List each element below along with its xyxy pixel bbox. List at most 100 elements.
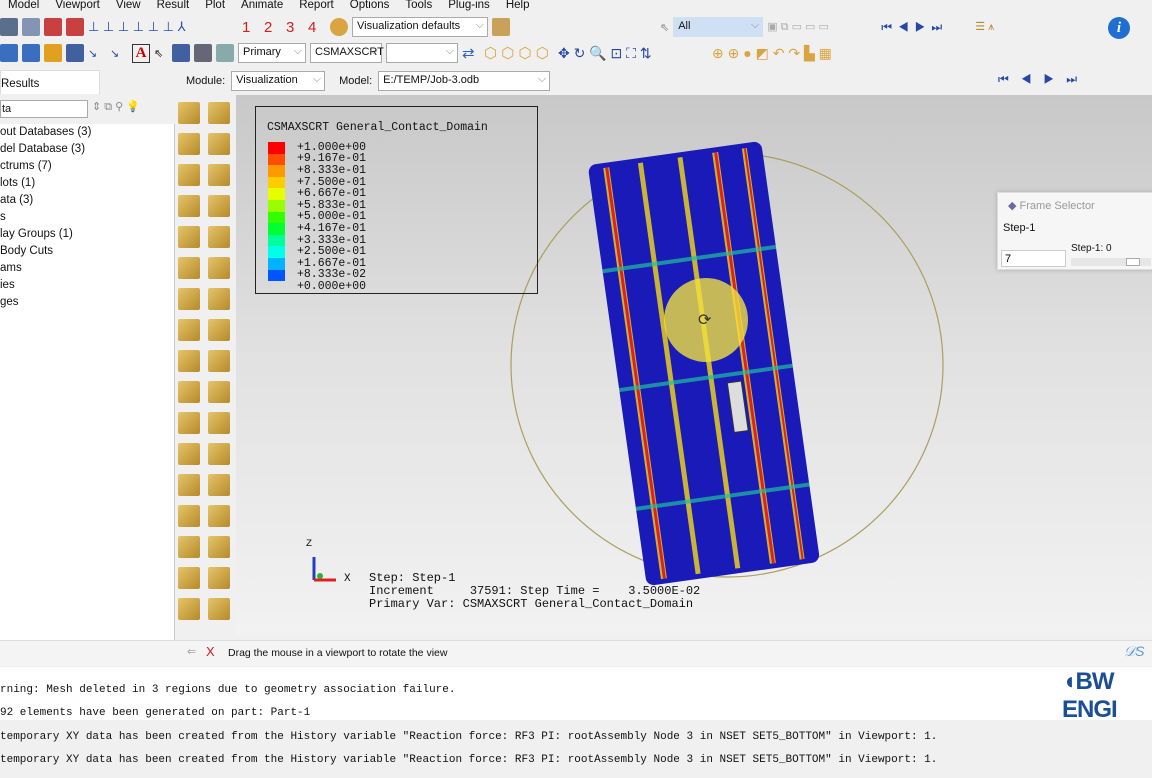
display-group-icons[interactable]: ⊕ ⊕ ● ◩ ↶ ↷ ▙ ▦ [712, 45, 892, 62]
toolbox-tool-icon[interactable] [178, 288, 200, 310]
arrow-icon[interactable]: ↘ [110, 47, 128, 60]
frame-nav-secondary-icons[interactable]: ⏮◀▶⏭ [998, 72, 1089, 87]
toolbox-tool-icon[interactable] [208, 381, 230, 403]
menu-tools[interactable]: Tools [397, 0, 440, 13]
toolbox-tool-icon[interactable] [178, 133, 200, 155]
toolbox-tool-icon[interactable] [178, 412, 200, 434]
tree-item[interactable]: Body Cuts [0, 243, 174, 260]
toolbox-tool-icon[interactable] [178, 443, 200, 465]
animation-icons[interactable]: ☰ ⩚ [975, 20, 1015, 34]
selection-filter-select[interactable]: All [673, 17, 764, 37]
menu-viewport[interactable]: Viewport [47, 0, 108, 13]
frame-nav-icons[interactable]: ⏮◀▶⏭ [881, 20, 971, 35]
toolbox-tool-icon[interactable] [208, 350, 230, 372]
palette-icon[interactable] [330, 18, 348, 36]
field-variable-select[interactable]: CSMAXSCRT [310, 43, 384, 63]
toolbox-tool-icon[interactable] [178, 350, 200, 372]
toolbox-tool-icon[interactable] [208, 257, 230, 279]
field-output-icon[interactable] [216, 44, 234, 62]
view-1-button[interactable]: 1 [242, 19, 260, 36]
viewport-link-icon[interactable] [44, 44, 62, 62]
toolbox-tool-icon[interactable] [178, 102, 200, 124]
tree-item[interactable]: lots (1) [0, 175, 174, 192]
toolbox-tool-icon[interactable] [178, 381, 200, 403]
toolbox-tool-icon[interactable] [178, 319, 200, 341]
text-arrow-icon[interactable]: ↘ [88, 47, 106, 60]
toolbox-tool-icon[interactable] [178, 164, 200, 186]
list-icon[interactable] [194, 44, 212, 62]
toolbox-tool-icon[interactable] [208, 195, 230, 217]
toolbox-tool-icon[interactable] [208, 536, 230, 558]
toolbox-tool-icon[interactable] [208, 443, 230, 465]
selection-tools-icons[interactable]: ▣ ⧉ ▭ ▭ ▭ [767, 20, 877, 34]
toolbox-tool-icon[interactable] [178, 226, 200, 248]
view-4-button[interactable]: 4 [308, 19, 326, 36]
tree-item[interactable]: ams [0, 260, 174, 277]
toolbox-tool-icon[interactable] [208, 412, 230, 434]
toolbox-tool-icon[interactable] [178, 598, 200, 620]
export-icon[interactable] [66, 18, 84, 36]
menu-plot[interactable]: Plot [197, 0, 233, 13]
render-style-select[interactable]: Visualization defaults [352, 17, 488, 37]
tree-item[interactable]: s [0, 209, 174, 226]
tree-item[interactable]: ges [0, 294, 174, 311]
back-arrow-icon[interactable]: ⇐ [187, 645, 196, 658]
pointer-icon[interactable]: ⇖ [154, 47, 168, 60]
menu-plugins[interactable]: Plug-ins [440, 0, 498, 13]
field-component-select[interactable] [386, 43, 458, 63]
text-annotation-icon[interactable]: A [132, 43, 150, 63]
toolbox-tool-icon[interactable] [208, 319, 230, 341]
tree-item[interactable]: del Database (3) [0, 141, 174, 158]
toolbox-tool-icon[interactable] [208, 102, 230, 124]
menu-help[interactable]: Help [498, 0, 538, 13]
tree-item[interactable]: lay Groups (1) [0, 226, 174, 243]
table-icon[interactable] [172, 44, 190, 62]
render-box-icon[interactable] [492, 18, 510, 36]
import-icon[interactable] [44, 18, 62, 36]
toolbox-tool-icon[interactable] [208, 133, 230, 155]
toolbox-tool-icon[interactable] [208, 567, 230, 589]
tab-results[interactable]: Results [0, 70, 100, 94]
toolbox-tool-icon[interactable] [208, 164, 230, 186]
toolbox-tool-icon[interactable] [208, 288, 230, 310]
menu-model[interactable]: Model [0, 0, 47, 13]
toolbox-tool-icon[interactable] [208, 226, 230, 248]
toolbox-tool-icon[interactable] [208, 598, 230, 620]
module-select[interactable]: Visualization [231, 71, 326, 91]
toolbox-tool-icon[interactable] [178, 257, 200, 279]
info-icon[interactable]: i [1108, 17, 1130, 39]
toolbox-tool-icon[interactable] [178, 567, 200, 589]
viewport-tile-icon[interactable] [0, 44, 18, 62]
view-2-button[interactable]: 2 [264, 19, 282, 36]
view-orientation-icons[interactable]: ⊥ ⊥ ⊥ ⊥ ⊥ ⊥ ⅄ [88, 19, 238, 35]
cancel-x-icon[interactable]: X [206, 644, 215, 659]
print-icon[interactable] [22, 18, 40, 36]
menu-result[interactable]: Result [149, 0, 198, 13]
sync-icon[interactable]: ⇄ [462, 44, 480, 62]
toolbox-tool-icon[interactable] [208, 474, 230, 496]
menu-animate[interactable]: Animate [233, 0, 291, 13]
select-arrow-icon[interactable]: ⇖ [660, 21, 669, 34]
toolbox-tool-icon[interactable] [178, 505, 200, 527]
toolbox-tool-icon[interactable] [208, 505, 230, 527]
tree-filter-select[interactable]: ta [0, 100, 88, 118]
render-mode-icons[interactable]: ⬡ ⬡ ⬡ ⬡ [484, 44, 554, 62]
menu-report[interactable]: Report [291, 0, 342, 13]
output-position-select[interactable]: Primary [238, 43, 306, 63]
toolbox-tool-icon[interactable] [178, 536, 200, 558]
menu-options[interactable]: Options [342, 0, 398, 13]
tree-item[interactable]: ata (3) [0, 192, 174, 209]
menu-view[interactable]: View [108, 0, 149, 13]
annotation-manager-icon[interactable] [66, 44, 84, 62]
view-manipulation-icons[interactable]: ✥ ↻ 🔍 ⊡ ⛶ ⇅ [558, 45, 708, 62]
tree-tool-icons[interactable]: ⇕ ⧉ ⚲ 💡 [92, 100, 140, 114]
toolbox-tool-icon[interactable] [178, 474, 200, 496]
save-icon[interactable] [0, 18, 18, 36]
frame-slider[interactable] [1071, 258, 1151, 266]
view-3-button[interactable]: 3 [286, 19, 304, 36]
tree-item[interactable]: ctrums (7) [0, 158, 174, 175]
frame-number-input[interactable] [1001, 250, 1066, 267]
model-select[interactable]: E:/TEMP/Job-3.odb [378, 71, 551, 91]
tree-item[interactable]: out Databases (3) [0, 124, 174, 141]
tree-item[interactable]: ies [0, 277, 174, 294]
